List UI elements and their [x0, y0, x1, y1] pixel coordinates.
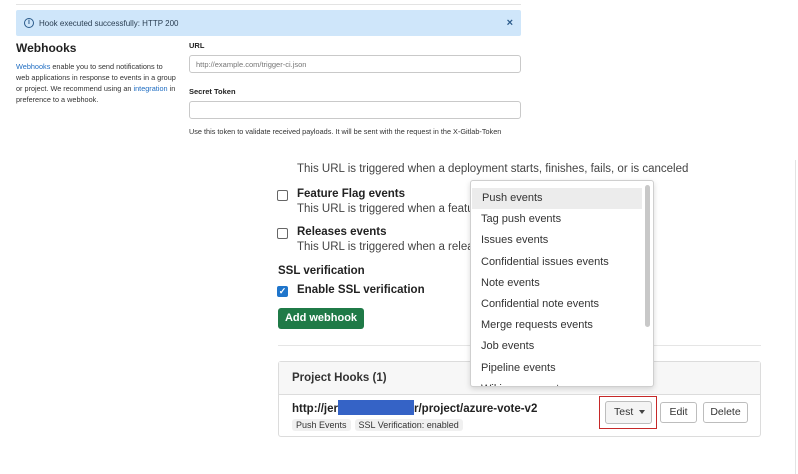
webhooks-title: Webhooks	[16, 41, 77, 55]
releases-events-description: This URL is triggered when a releas	[297, 241, 480, 253]
integration-link[interactable]: integration	[133, 84, 167, 93]
dropdown-item-job-events[interactable]: Job events	[471, 336, 653, 357]
test-hook-button[interactable]: Test	[605, 401, 652, 424]
feature-flag-events-title: Feature Flag events	[297, 188, 406, 200]
close-icon[interactable]: ×	[507, 17, 513, 29]
feature-flag-events-description: This URL is triggered when a featur	[297, 203, 478, 215]
feature-flag-events-checkbox[interactable]	[277, 190, 288, 201]
dropdown-item-confidential-note-events[interactable]: Confidential note events	[471, 294, 653, 315]
alert-message: Hook executed successfully: HTTP 200	[39, 18, 179, 28]
right-edge-divider	[795, 160, 796, 474]
enable-ssl-option[interactable]: ✓ Enable SSL verification	[277, 284, 425, 297]
hook-url: http://jer r/project/azure-vote-v2	[292, 400, 538, 416]
url-input[interactable]	[189, 55, 521, 73]
dropdown-scrollbar[interactable]	[645, 185, 650, 327]
webhooks-intro: Webhooks Webhooks enable you to send not…	[16, 41, 178, 105]
webhook-form: URL Secret Token Use this token to valid…	[189, 41, 521, 136]
ssl-verification-badge: SSL Verification: enabled	[354, 419, 463, 431]
secret-token-label: Secret Token	[189, 87, 236, 96]
ssl-verification-heading: SSL verification	[278, 265, 365, 277]
enable-ssl-checkbox[interactable]: ✓	[277, 286, 288, 297]
test-events-dropdown: Push events Tag push events Issues event…	[470, 180, 654, 387]
test-events-list: Push events Tag push events Issues event…	[471, 181, 653, 386]
feature-flag-events-option[interactable]: Feature Flag events This URL is triggere…	[277, 188, 477, 215]
releases-events-checkbox[interactable]	[277, 228, 288, 239]
redaction-block	[338, 400, 414, 415]
test-button-label: Test	[614, 406, 634, 418]
dropdown-item-pipeline-events[interactable]: Pipeline events	[471, 358, 653, 379]
webhooks-description: Webhooks enable you to send notification…	[16, 61, 178, 105]
dropdown-item-merge-requests-events[interactable]: Merge requests events	[471, 315, 653, 336]
delete-hook-button[interactable]: Delete	[703, 402, 748, 423]
releases-events-title: Releases events	[297, 226, 387, 238]
hook-url-end: r/project/azure-vote-v2	[414, 403, 538, 416]
hook-url-start: http://jer	[292, 403, 338, 416]
dropdown-item-confidential-issues-events[interactable]: Confidential issues events	[471, 252, 653, 273]
dropdown-item-tag-push-events[interactable]: Tag push events	[471, 209, 653, 230]
dropdown-item-note-events[interactable]: Note events	[471, 273, 653, 294]
webhooks-link[interactable]: Webhooks	[16, 62, 50, 71]
chevron-down-icon	[639, 410, 646, 415]
add-webhook-button[interactable]: Add webhook	[278, 308, 364, 329]
dropdown-item-push-events[interactable]: Push events	[472, 188, 642, 210]
enable-ssl-label: Enable SSL verification	[297, 284, 425, 296]
edit-hook-button[interactable]: Edit	[660, 402, 697, 423]
success-alert: i Hook executed successfully: HTTP 200 ×	[16, 10, 521, 36]
url-label: URL	[189, 41, 205, 50]
dropdown-item-wiki-page-events[interactable]: Wiki page events	[471, 379, 653, 386]
deployment-events-description: This URL is triggered when a deployment …	[297, 163, 689, 175]
top-divider	[16, 4, 521, 5]
test-button-highlight: Test	[599, 396, 657, 429]
releases-events-option[interactable]: Releases events This URL is triggered wh…	[277, 226, 479, 253]
secret-token-help: Use this token to validate received payl…	[189, 127, 502, 136]
secret-token-input[interactable]	[189, 101, 521, 119]
push-events-badge: Push Events	[292, 419, 351, 431]
hook-badges: Push Events SSL Verification: enabled	[292, 419, 463, 431]
dropdown-item-issues-events[interactable]: Issues events	[471, 230, 653, 251]
info-icon: i	[24, 18, 34, 28]
